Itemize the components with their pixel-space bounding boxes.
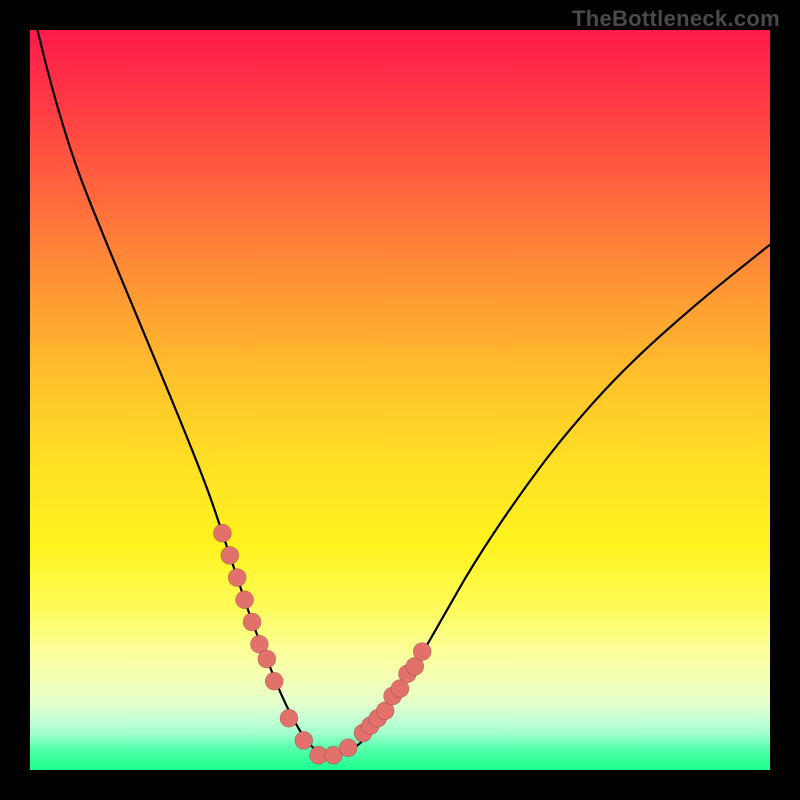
sample-dot <box>221 546 239 564</box>
sample-dot <box>213 524 231 542</box>
sample-dot <box>413 643 431 661</box>
sample-dot <box>265 672 283 690</box>
bottleneck-curve <box>37 30 770 755</box>
sample-dot <box>228 569 246 587</box>
sample-dots-group <box>213 524 431 764</box>
sample-dot <box>243 613 261 631</box>
plot-area <box>30 30 770 770</box>
sample-dot <box>258 650 276 668</box>
sample-dot <box>339 739 357 757</box>
sample-dot <box>236 591 254 609</box>
watermark-text: TheBottleneck.com <box>572 6 780 32</box>
sample-dot <box>280 709 298 727</box>
curve-svg <box>30 30 770 770</box>
chart-frame: TheBottleneck.com <box>0 0 800 800</box>
sample-dot <box>295 731 313 749</box>
